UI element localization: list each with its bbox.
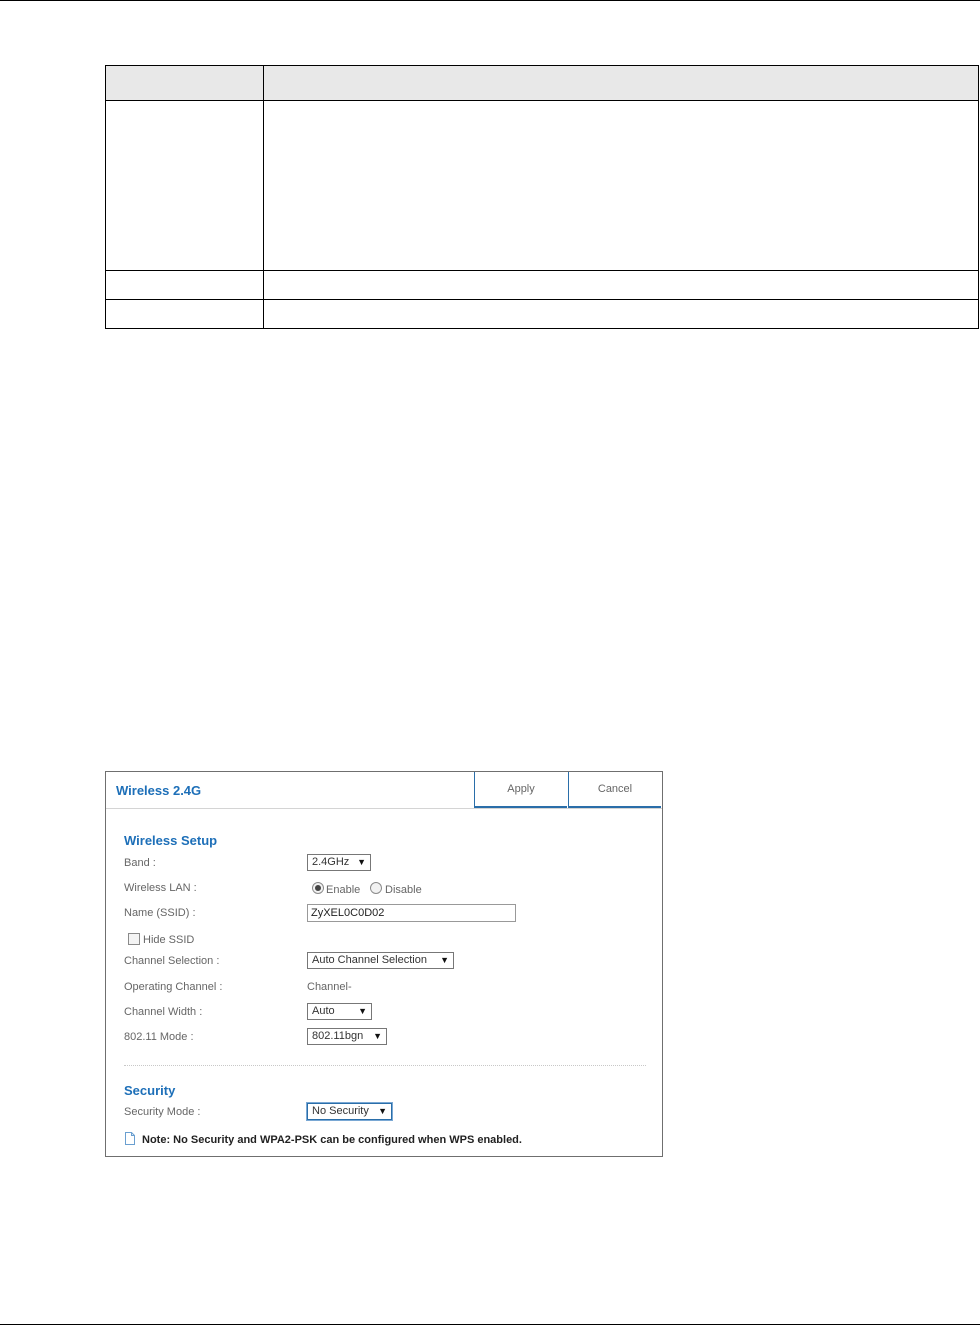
wireless-settings-panel: Wireless 2.4G Apply Cancel Wireless Setu… bbox=[105, 771, 663, 1157]
mode-label: 802.11 Mode : bbox=[124, 1031, 194, 1043]
panel-header: Wireless 2.4G Apply Cancel bbox=[106, 772, 662, 809]
wlan-enable-label: Enable bbox=[326, 884, 361, 896]
table-row bbox=[105, 270, 979, 300]
table-header-row bbox=[105, 65, 979, 101]
ssid-input[interactable]: ZyXEL0C0D02 bbox=[307, 904, 516, 922]
wlan-disable-radio[interactable] bbox=[370, 882, 382, 894]
security-mode-label: Security Mode : bbox=[124, 1106, 201, 1118]
band-label: Band : bbox=[124, 857, 156, 869]
triangle-down-icon: ▼ bbox=[373, 1031, 382, 1041]
table-cell bbox=[105, 100, 264, 271]
table-header-cell bbox=[263, 65, 979, 101]
document-note-icon bbox=[125, 1132, 135, 1145]
channel-width-label: Channel Width : bbox=[124, 1006, 203, 1018]
security-heading: Security bbox=[124, 1083, 176, 1098]
page-bottom-rule bbox=[0, 1324, 980, 1325]
panel-title: Wireless 2.4G bbox=[116, 783, 202, 798]
cancel-button[interactable]: Cancel bbox=[568, 772, 661, 808]
wlan-disable-label: Disable bbox=[385, 884, 422, 896]
mode-value: 802.11bgn bbox=[312, 1030, 364, 1042]
wlan-enable-radio[interactable] bbox=[312, 882, 324, 894]
triangle-down-icon: ▼ bbox=[358, 1006, 367, 1016]
triangle-down-icon: ▼ bbox=[440, 955, 449, 965]
operating-channel-label: Operating Channel : bbox=[124, 981, 223, 993]
band-select[interactable]: 2.4GHz ▼ bbox=[307, 854, 371, 871]
table-header-cell bbox=[105, 65, 264, 101]
channel-selection-value: Auto Channel Selection bbox=[312, 954, 427, 966]
reference-table bbox=[105, 65, 979, 329]
ssid-label: Name (SSID) : bbox=[124, 907, 196, 919]
band-select-value: 2.4GHz bbox=[312, 856, 350, 868]
channel-selection-select[interactable]: Auto Channel Selection ▼ bbox=[307, 952, 454, 969]
section-divider bbox=[124, 1065, 646, 1066]
wireless-setup-heading: Wireless Setup bbox=[124, 833, 218, 848]
wps-note: Note: No Security and WPA2-PSK can be co… bbox=[142, 1134, 522, 1146]
table-row bbox=[105, 100, 979, 271]
security-mode-value: No Security bbox=[312, 1105, 369, 1117]
page-top-rule bbox=[0, 0, 980, 1]
table-cell bbox=[263, 100, 979, 271]
channel-width-value: Auto bbox=[312, 1005, 335, 1017]
table-row bbox=[105, 299, 979, 329]
triangle-down-icon: ▼ bbox=[378, 1106, 387, 1116]
channel-selection-label: Channel Selection : bbox=[124, 955, 220, 967]
mode-select[interactable]: 802.11bgn ▼ bbox=[307, 1028, 387, 1045]
apply-button[interactable]: Apply bbox=[474, 772, 567, 808]
hide-ssid-checkbox[interactable] bbox=[128, 933, 140, 945]
table-cell bbox=[105, 270, 264, 300]
table-cell bbox=[105, 299, 264, 329]
hide-ssid-label: Hide SSID bbox=[143, 934, 195, 946]
wireless-lan-label: Wireless LAN : bbox=[124, 882, 197, 894]
table-cell bbox=[263, 299, 979, 329]
triangle-down-icon: ▼ bbox=[357, 857, 366, 867]
channel-width-select[interactable]: Auto ▼ bbox=[307, 1003, 372, 1020]
table-cell bbox=[263, 270, 979, 300]
security-mode-select[interactable]: No Security ▼ bbox=[307, 1103, 392, 1120]
operating-channel-value: Channel- bbox=[307, 981, 352, 993]
